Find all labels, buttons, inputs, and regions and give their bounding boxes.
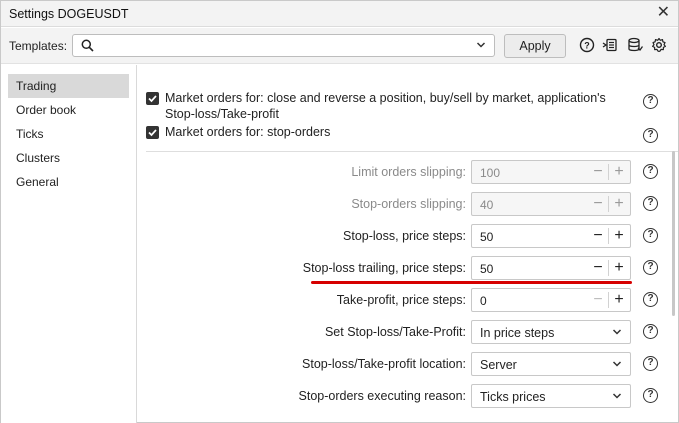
templates-toolbar: Templates: Apply ? [1,28,678,64]
sl-tp-location-label: Stop-loss/Take-profit location: [302,357,466,371]
checkbox-checked[interactable] [146,92,159,105]
svg-text:?: ? [584,41,590,51]
sidebar-item-general[interactable]: General [8,170,129,194]
select-value: In price steps [480,326,555,340]
highlight-underline [311,281,632,284]
checkbox-label: Market orders for: close and reverse a p… [165,91,606,121]
sidebar-item-clusters[interactable]: Clusters [8,146,129,170]
stepper-value[interactable]: 50 [480,230,493,244]
set-sl-tp-select[interactable]: In price steps [471,320,631,344]
checkmark-icon [148,129,157,137]
help-icon[interactable]: ? [643,388,658,403]
stop-orders-executing-reason-select[interactable]: Ticks prices [471,384,631,408]
close-icon[interactable]: ✕ [657,4,670,22]
checkmark-icon [148,95,157,103]
plus-icon[interactable]: + [610,227,628,245]
help-icon[interactable]: ? [579,37,595,53]
stop-loss-stepper[interactable]: 50 − + [471,224,631,248]
take-profit-stepper[interactable]: 0 − + [471,288,631,312]
minus-icon[interactable]: − [589,259,607,277]
stop-orders-executing-reason-label: Stop-orders executing reason: [298,389,466,403]
minus-icon[interactable]: − [589,163,607,181]
stepper-divider [608,228,609,244]
take-profit-label: Take-profit, price steps: [336,293,466,307]
plus-icon[interactable]: + [610,195,628,213]
stepper-value[interactable]: 50 [480,262,493,276]
minus-icon[interactable]: − [589,227,607,245]
sidebar-item-ticks[interactable]: Ticks [8,122,129,146]
window-title: Settings DOGEUSDT [9,7,129,21]
stepper-value[interactable]: 40 [480,198,493,212]
stop-loss-trailing-label: Stop-loss trailing, price steps: [302,261,466,275]
section-divider [146,151,678,152]
stepper-value[interactable]: 100 [480,166,500,180]
help-icon[interactable]: ? [643,228,658,243]
settings-sidebar: Trading Order book Ticks Clusters Genera… [1,65,137,423]
stop-loss-label: Stop-loss, price steps: [343,229,466,243]
help-icon[interactable]: ? [643,292,658,307]
select-value: Ticks prices [480,390,546,404]
database-icon[interactable] [627,37,643,53]
set-sl-tp-label: Set Stop-loss/Take-Profit: [324,325,466,339]
settings-window: Settings DOGEUSDT ✕ Templates: Apply ? T… [0,0,679,423]
chevron-down-icon [612,329,622,335]
sl-tp-location-select[interactable]: Server [471,352,631,376]
chevron-down-icon [612,361,622,367]
stepper-divider [608,164,609,180]
chevron-down-icon [612,393,622,399]
checkbox-checked[interactable] [146,126,159,139]
help-icon[interactable]: ? [643,260,658,275]
help-icon[interactable]: ? [643,94,658,109]
stop-orders-slipping-label: Stop-orders slipping: [351,197,466,211]
stepper-divider [608,292,609,308]
limit-orders-slipping-label: Limit orders slipping: [351,165,466,179]
stop-loss-trailing-stepper[interactable]: 50 − + [471,256,631,280]
title-bar: Settings DOGEUSDT ✕ [1,1,678,27]
scrollbar[interactable] [672,151,675,316]
minus-icon[interactable]: − [589,291,607,309]
help-icon[interactable]: ? [643,164,658,179]
minus-icon[interactable]: − [589,195,607,213]
trading-settings-panel: Market orders for: close and reverse a p… [138,65,678,423]
help-icon[interactable]: ? [643,128,658,143]
plus-icon[interactable]: + [610,259,628,277]
stop-orders-slipping-stepper[interactable]: 40 − + [471,192,631,216]
stepper-divider [608,260,609,276]
apply-button[interactable]: Apply [504,34,566,58]
search-icon [81,39,94,52]
stepper-value[interactable]: 0 [480,294,487,308]
limit-orders-slipping-stepper[interactable]: 100 − + [471,160,631,184]
stepper-divider [608,196,609,212]
chevron-down-icon[interactable] [476,40,486,50]
help-icon[interactable]: ? [643,324,658,339]
help-icon[interactable]: ? [643,196,658,211]
sidebar-item-order-book[interactable]: Order book [8,98,129,122]
gear-icon[interactable] [651,37,667,53]
checkbox-label: Market orders for: stop-orders [165,125,331,139]
select-value: Server [480,358,517,372]
templates-search-input[interactable] [72,34,495,57]
help-icon[interactable]: ? [643,356,658,371]
templates-label: Templates: [9,39,68,53]
sidebar-item-trading[interactable]: Trading [8,74,129,98]
plus-icon[interactable]: + [610,163,628,181]
plus-icon[interactable]: + [610,291,628,309]
import-icon[interactable] [602,37,618,53]
